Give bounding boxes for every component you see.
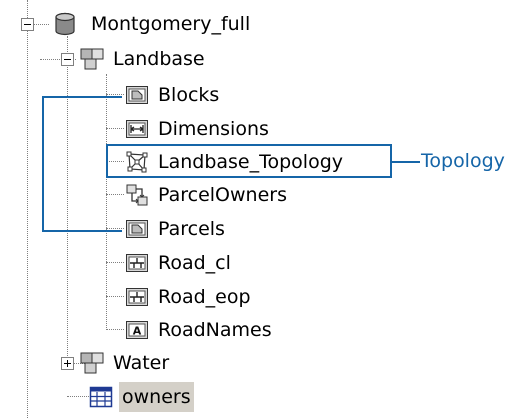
table-icon	[89, 385, 113, 409]
relationship-class-icon	[125, 183, 149, 207]
tree-item-label: Dimensions	[158, 118, 269, 140]
tree-connector-line	[106, 74, 107, 328]
tree-connector-line	[33, 24, 49, 25]
tree-item-parcelowners[interactable]: ParcelOwners	[125, 180, 325, 210]
tree-item-label: Road_eop	[158, 286, 251, 308]
tree-node-label: Water	[113, 352, 170, 374]
tree-item-dimensions[interactable]: Dimensions	[125, 114, 325, 144]
tree-item-label: owners	[119, 382, 194, 412]
annotation-feature-class-icon: A	[125, 318, 149, 342]
line-feature-class-icon	[125, 285, 149, 309]
callout-leader-line	[390, 161, 420, 163]
tree-item-label: RoadNames	[158, 319, 272, 341]
topology-icon	[125, 150, 149, 174]
tree-item-landbase-topology[interactable]: Landbase_Topology	[125, 147, 385, 177]
tree-node-label: Montgomery_full	[91, 13, 251, 35]
dimension-feature-class-icon	[125, 117, 149, 141]
tree-item-label: Landbase_Topology	[158, 151, 344, 173]
expand-toggle-water[interactable]	[61, 357, 74, 370]
tree-item-label: Road_cl	[158, 252, 231, 274]
tree-node-montgomery-full[interactable]: Montgomery_full	[53, 9, 283, 39]
polygon-feature-class-icon	[125, 83, 149, 107]
callout-bracket	[42, 96, 44, 232]
tree-connector-line	[106, 262, 124, 263]
tree-item-label: Parcels	[158, 218, 225, 240]
tree-item-label: ParcelOwners	[158, 184, 287, 206]
tree-item-parcels[interactable]: Parcels	[125, 214, 305, 244]
line-feature-class-icon	[125, 251, 149, 275]
feature-dataset-icon	[80, 47, 104, 71]
tree-connector-line	[106, 94, 124, 95]
callout-label: Topology	[421, 150, 505, 172]
callout-bracket	[42, 230, 122, 232]
tree-item-label: Blocks	[158, 84, 220, 106]
callout-bracket	[42, 96, 122, 98]
tree-node-landbase[interactable]: Landbase	[80, 44, 260, 74]
tree-item-roadnames[interactable]: A RoadNames	[125, 315, 325, 345]
tree-item-road-cl[interactable]: Road_cl	[125, 248, 305, 278]
collapse-toggle-landbase[interactable]	[61, 53, 74, 66]
tree-connector-line	[67, 36, 68, 366]
tree-connector-line	[106, 128, 124, 129]
feature-dataset-icon	[80, 351, 104, 375]
tree-connector-line	[106, 329, 124, 330]
tree-connector-line	[106, 228, 124, 229]
tree-connector-line	[106, 296, 124, 297]
database-cylinder-icon	[53, 12, 77, 36]
tree-connector-line	[106, 194, 124, 195]
tree-node-water[interactable]: Water	[80, 348, 240, 378]
tree-item-owners[interactable]: owners	[89, 382, 229, 412]
svg-text:A: A	[133, 325, 142, 338]
tree-item-blocks[interactable]: Blocks	[125, 80, 305, 110]
collapse-toggle-montgomery[interactable]	[21, 18, 34, 31]
tree-node-label: Landbase	[113, 48, 205, 70]
polygon-feature-class-icon	[125, 217, 149, 241]
tree-item-road-eop[interactable]: Road_eop	[125, 282, 305, 312]
tree-connector-line	[67, 396, 89, 397]
tree-connector-line	[27, 0, 28, 418]
